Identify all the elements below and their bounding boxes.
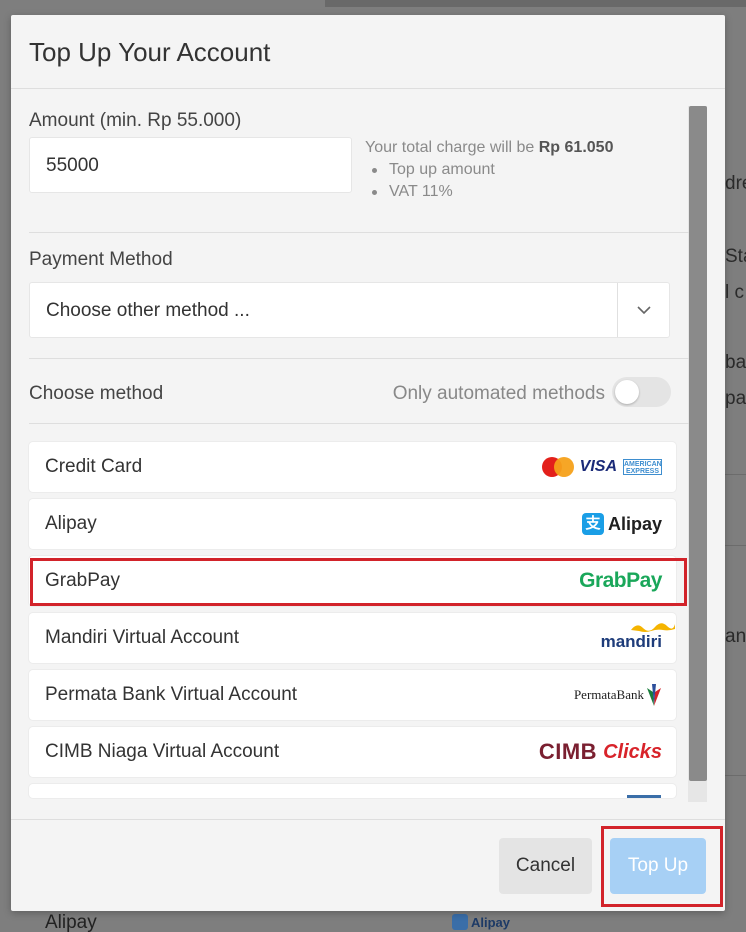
select-separator — [617, 283, 618, 337]
background-text-fragment: l c — [725, 282, 744, 303]
cimb-clicks-logo: CIMB Clicks — [538, 739, 662, 764]
payment-method-list: Credit Card VISA AMERICAN EXPRESS Alipay … — [29, 442, 676, 805]
method-credit-card[interactable]: Credit Card VISA AMERICAN EXPRESS — [29, 442, 676, 492]
alipay-icon — [452, 914, 468, 930]
background-text-fragment: dre — [725, 173, 746, 194]
amount-input[interactable]: 55000 — [29, 137, 352, 193]
automated-methods-toggle[interactable] — [612, 377, 671, 407]
method-mandiri-virtual-account[interactable]: Mandiri Virtual Account mandiri — [29, 613, 676, 663]
background-header-bar — [325, 0, 746, 7]
section-divider — [29, 358, 689, 359]
partial-logo — [627, 795, 661, 798]
payment-method-select[interactable]: Choose other method ... — [29, 282, 670, 338]
chevron-down-icon[interactable] — [635, 301, 653, 319]
method-label: Alipay — [45, 513, 97, 534]
modal-header: Top Up Your Account — [11, 15, 725, 89]
charge-summary: Your total charge will be Rp 61.050 Top … — [365, 137, 613, 203]
charge-total: Rp 61.050 — [538, 139, 614, 156]
permata-leaf-icon — [647, 684, 661, 706]
credit-card-logos: VISA AMERICAN EXPRESS — [541, 442, 662, 492]
background-text-fragment: an — [725, 626, 746, 647]
method-label: Permata Bank Virtual Account — [45, 684, 298, 705]
automated-methods-toggle-label: Only automated methods — [392, 383, 605, 404]
charge-breakdown-item: Top up amount — [365, 159, 613, 181]
amex-logo: AMERICAN EXPRESS — [623, 459, 662, 475]
modal-title: Top Up Your Account — [29, 37, 271, 67]
charge-breakdown-item: VAT 11% — [365, 181, 613, 203]
method-label: CIMB Niaga Virtual Account — [45, 741, 280, 762]
grabpay-highlight-box — [30, 558, 687, 606]
scrollbar-thumb[interactable] — [689, 106, 707, 781]
payment-method-selected-value: Choose other method ... — [46, 300, 250, 321]
method-alipay[interactable]: Alipay 支 Alipay — [29, 499, 676, 549]
top-up-highlight-box — [601, 826, 723, 907]
background-list-item-label: Alipay — [45, 912, 97, 932]
background-divider — [724, 545, 746, 546]
top-up-modal: Top Up Your Account Amount (min. Rp 55.0… — [11, 15, 725, 911]
choose-method-label: Choose method — [29, 383, 164, 404]
amount-label: Amount (min. Rp 55.000) — [29, 110, 242, 131]
mastercard-logo — [541, 457, 574, 477]
alipay-logo: 支 Alipay — [581, 499, 662, 549]
method-cimb-niaga-virtual-account[interactable]: CIMB Niaga Virtual Account CIMB Clicks — [29, 727, 676, 777]
background-alipay-logo: Alipay — [452, 914, 510, 930]
method-label: Mandiri Virtual Account — [45, 627, 239, 648]
alipay-icon: 支 — [581, 513, 604, 535]
payment-method-label: Payment Method — [29, 249, 173, 270]
method-partially-visible[interactable] — [29, 784, 676, 798]
method-permata-virtual-account[interactable]: Permata Bank Virtual Account PermataBank — [29, 670, 676, 720]
section-divider — [29, 423, 689, 424]
modal-body: Amount (min. Rp 55.000) 55000 Your total… — [11, 89, 725, 819]
background-text-fragment: ba — [725, 352, 746, 373]
charge-prefix: Your total charge will be — [365, 139, 535, 156]
background-text-fragment: Sta — [725, 246, 746, 267]
background-divider — [724, 474, 746, 475]
section-divider — [29, 232, 689, 233]
cancel-button[interactable]: Cancel — [499, 838, 592, 894]
toggle-knob — [615, 380, 639, 404]
background-divider — [724, 775, 746, 776]
background-text-fragment: paig — [725, 388, 746, 409]
mandiri-wave-icon — [630, 623, 675, 632]
method-label: Credit Card — [45, 456, 143, 477]
permata-bank-logo: PermataBank — [574, 670, 662, 720]
visa-logo: VISA — [579, 458, 617, 475]
mandiri-logo: mandiri — [601, 613, 675, 663]
